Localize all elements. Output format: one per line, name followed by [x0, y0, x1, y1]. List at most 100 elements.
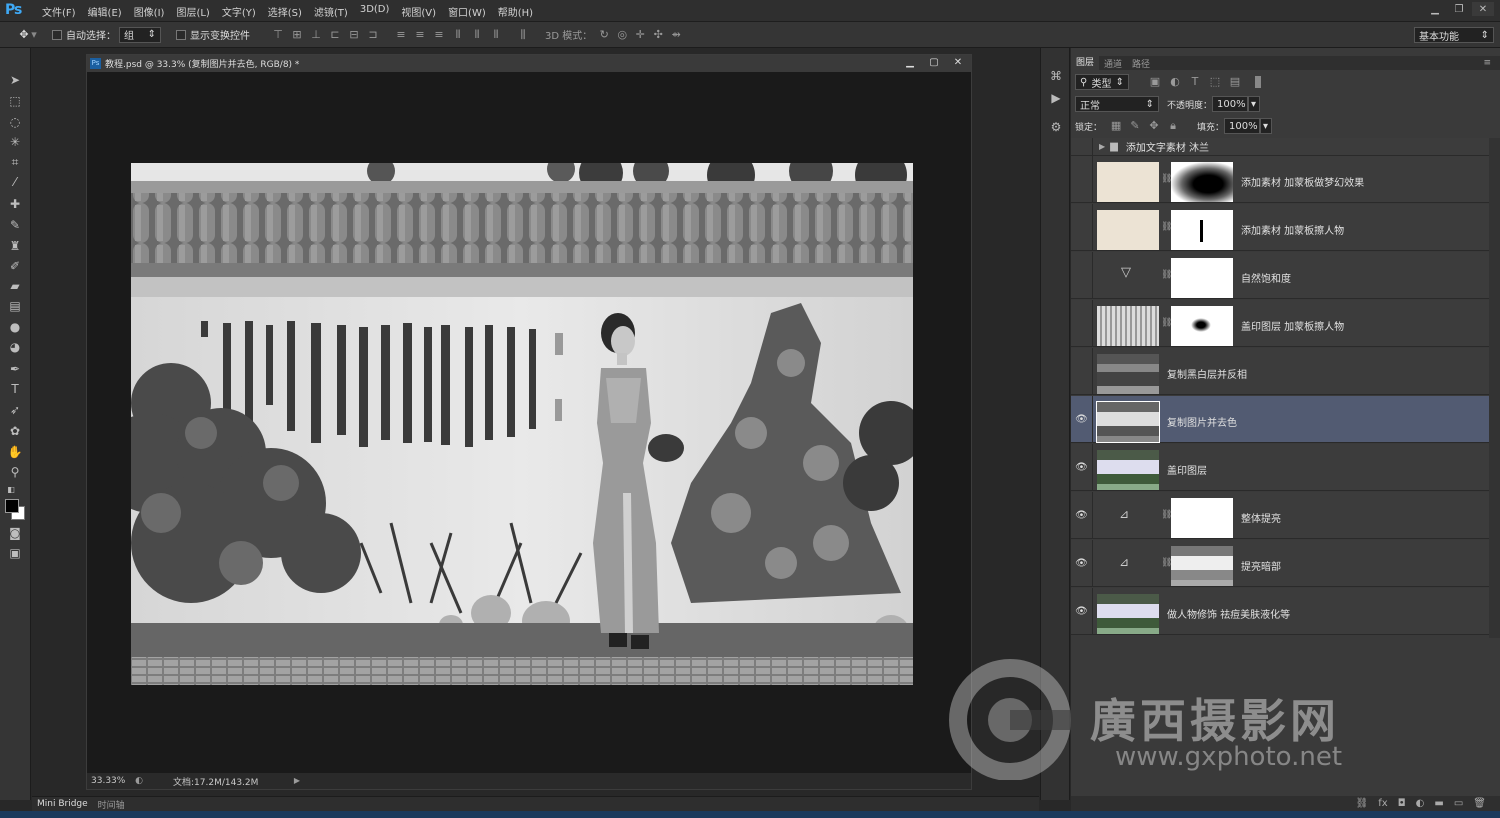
history-brush-tool-icon[interactable]: ✐: [7, 258, 23, 274]
foreground-color-swatch[interactable]: [5, 499, 19, 513]
panel-menu-icon[interactable]: ≡: [1478, 58, 1496, 68]
layer-row-selected[interactable]: 👁︎ 复制图片并去色: [1071, 395, 1489, 443]
visibility-toggle-empty[interactable]: [1071, 137, 1093, 156]
align-bottom-icon[interactable]: ⊥: [310, 28, 322, 41]
minimize-icon[interactable]: ▁: [1424, 2, 1446, 16]
tab-mini-bridge[interactable]: Mini Bridge: [32, 799, 93, 809]
eye-icon[interactable]: 👁︎: [1071, 539, 1093, 587]
menu-layer[interactable]: 图层(L): [170, 4, 215, 19]
visibility-toggle-empty[interactable]: [1071, 251, 1093, 299]
filter-shape-icon[interactable]: ⬚: [1209, 76, 1221, 88]
gradient-tool-icon[interactable]: ▤: [7, 298, 23, 314]
auto-select-checkbox[interactable]: [52, 29, 62, 40]
distribute-right-icon[interactable]: ⦀: [490, 28, 502, 41]
tab-timeline[interactable]: 时间轴: [93, 798, 130, 811]
3d-pan-icon[interactable]: ✛: [634, 28, 646, 41]
layer-row[interactable]: 👁︎ ⊿ ⛓ 整体提亮: [1071, 491, 1489, 539]
3d-slide-icon[interactable]: ✣: [652, 28, 664, 41]
align-hcenter-icon[interactable]: ⊟: [348, 28, 360, 41]
filter-adjustment-icon[interactable]: ◐: [1169, 76, 1181, 88]
close-icon[interactable]: ✕: [949, 56, 967, 70]
lock-all-icon[interactable]: 🔒︎: [1167, 120, 1179, 132]
crop-tool-icon[interactable]: ⌗: [7, 154, 23, 170]
fill-input[interactable]: 100%: [1224, 118, 1261, 134]
actions-panel-icon[interactable]: ▶: [1050, 92, 1062, 104]
maximize-icon[interactable]: ▢: [925, 56, 943, 70]
layer-row[interactable]: 👁︎ ⊿ ⛓ 提亮暗部: [1071, 539, 1489, 587]
hand-tool-icon[interactable]: ✋: [7, 444, 23, 460]
eye-icon[interactable]: 👁︎: [1071, 395, 1093, 443]
menu-window[interactable]: 窗口(W): [442, 4, 492, 19]
dodge-tool-icon[interactable]: ◕: [7, 339, 23, 355]
clone-stamp-tool-icon[interactable]: ♜: [7, 238, 23, 254]
delete-layer-icon[interactable]: 🗑︎: [1473, 798, 1486, 809]
workspace-dropdown[interactable]: 基本功能 ⇕: [1414, 27, 1494, 43]
magic-wand-tool-icon[interactable]: ✳: [7, 134, 23, 150]
align-left-icon[interactable]: ⊏: [329, 28, 341, 41]
distribute-hcenter-icon[interactable]: ⦀: [471, 28, 483, 41]
filter-toggle[interactable]: [1255, 76, 1261, 88]
menu-type[interactable]: 文字(Y): [216, 4, 262, 19]
layer-group-row[interactable]: ▶ ▆ 添加文字素材 沐兰: [1071, 137, 1489, 156]
layer-mask-thumbnail[interactable]: [1171, 210, 1233, 250]
layer-row[interactable]: ⛓ 盖印图层 加蒙板擦人物: [1071, 299, 1489, 347]
menu-help[interactable]: 帮助(H): [492, 4, 539, 19]
layer-mask-thumbnail[interactable]: [1171, 498, 1233, 538]
layer-row[interactable]: ⛓ 添加素材 加蒙板做梦幻效果: [1071, 155, 1489, 203]
blend-mode-dropdown[interactable]: 正常 ⇕: [1075, 96, 1159, 112]
eyedropper-tool-icon[interactable]: ⁄: [7, 174, 23, 190]
menu-image[interactable]: 图像(I): [128, 4, 171, 19]
align-right-icon[interactable]: ⊐: [367, 28, 379, 41]
brush-tool-icon[interactable]: ✎: [7, 217, 23, 233]
eraser-tool-icon[interactable]: ▰: [7, 278, 23, 294]
auto-align-icon[interactable]: ⫼: [517, 28, 529, 41]
menu-select[interactable]: 选择(S): [262, 4, 308, 19]
layer-mask-thumbnail[interactable]: [1171, 306, 1233, 346]
layer-row[interactable]: 👁︎ 做人物修饰 祛痘美肤液化等: [1071, 587, 1489, 635]
distribute-left-icon[interactable]: ⦀: [452, 28, 464, 41]
path-selection-tool-icon[interactable]: ➶: [7, 402, 23, 418]
screen-mode-icon[interactable]: ▣: [7, 545, 23, 561]
layer-style-fx-icon[interactable]: fx: [1378, 798, 1387, 809]
menu-view[interactable]: 视图(V): [395, 4, 442, 19]
lock-image-icon[interactable]: ✎: [1129, 120, 1141, 132]
move-tool-icon[interactable]: ➤: [7, 72, 23, 88]
properties-panel-icon[interactable]: ⚙: [1050, 121, 1062, 133]
3d-roll-icon[interactable]: ◎: [616, 28, 628, 41]
lock-transparent-icon[interactable]: ▦: [1110, 120, 1122, 132]
close-icon[interactable]: ✕: [1472, 2, 1494, 16]
blur-tool-icon[interactable]: ●: [7, 319, 23, 335]
quick-mask-icon[interactable]: ◙: [7, 525, 23, 541]
auto-select-dropdown[interactable]: 组 ⇕: [119, 26, 161, 43]
layer-row[interactable]: 👁︎ 盖印图层: [1071, 443, 1489, 491]
lasso-tool-icon[interactable]: ◌: [7, 114, 23, 130]
visibility-toggle-empty[interactable]: [1071, 203, 1093, 251]
menu-3d[interactable]: 3D(D): [354, 4, 396, 19]
add-mask-icon[interactable]: ◘: [1398, 798, 1406, 809]
distribute-bottom-icon[interactable]: ≡: [433, 28, 445, 41]
zoom-level[interactable]: 33.33%: [91, 776, 133, 786]
3d-scale-icon[interactable]: ⇴: [670, 28, 682, 41]
tab-layers[interactable]: 图层: [1071, 56, 1100, 70]
canvas-image[interactable]: [131, 163, 913, 685]
layer-row[interactable]: ▽ ⛓ 自然饱和度: [1071, 251, 1489, 299]
minimize-icon[interactable]: ▁: [901, 56, 919, 70]
filter-type-icon[interactable]: T: [1189, 76, 1201, 88]
layer-mask-thumbnail[interactable]: [1171, 546, 1233, 586]
new-group-icon[interactable]: ▬: [1434, 798, 1443, 809]
tab-channels[interactable]: 通道: [1099, 57, 1127, 70]
document-tab[interactable]: Ps 教程.psd @ 33.3% (复制图片并去色, RGB/8) * ▁ ▢…: [87, 55, 971, 72]
distribute-top-icon[interactable]: ≡: [395, 28, 407, 41]
visibility-toggle-empty[interactable]: [1071, 155, 1093, 203]
align-vcenter-icon[interactable]: ⊞: [291, 28, 303, 41]
filter-kind-dropdown[interactable]: ⚲ 类型 ⇕: [1075, 74, 1129, 90]
tab-paths[interactable]: 路径: [1127, 57, 1155, 70]
eye-icon[interactable]: 👁︎: [1071, 443, 1093, 491]
3d-rotate-icon[interactable]: ↻: [598, 28, 610, 41]
restore-icon[interactable]: ❐: [1448, 2, 1470, 16]
fill-slider-arrow-icon[interactable]: ▾: [1260, 118, 1273, 134]
layer-row[interactable]: ⛓ 添加素材 加蒙板擦人物: [1071, 203, 1489, 251]
layer-row[interactable]: 复制黑白层并反相: [1071, 347, 1489, 395]
show-transform-checkbox[interactable]: [176, 29, 186, 40]
tool-preset-dropdown-icon[interactable]: ▾: [30, 28, 38, 41]
